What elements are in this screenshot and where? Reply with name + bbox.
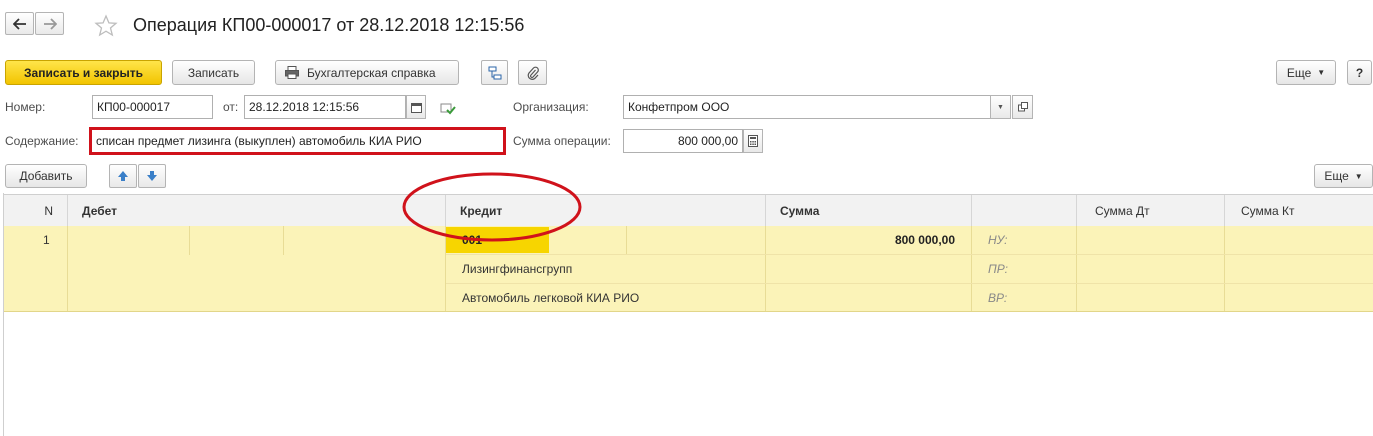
col-blank[interactable] bbox=[972, 195, 1077, 226]
help-button[interactable]: ? bbox=[1347, 60, 1372, 85]
divider bbox=[1076, 226, 1077, 311]
open-window-icon bbox=[1017, 102, 1028, 112]
divider bbox=[283, 226, 284, 255]
calendar-button[interactable] bbox=[406, 95, 426, 119]
table-more-label: Еще bbox=[1324, 169, 1349, 183]
credit-subconto-2[interactable]: Автомобиль легковой КИА РИО bbox=[462, 291, 639, 305]
divider bbox=[67, 226, 68, 311]
move-down-button[interactable] bbox=[138, 164, 166, 188]
arrow-up-icon bbox=[118, 171, 128, 181]
hierarchy-icon bbox=[488, 66, 501, 79]
calculator-button[interactable] bbox=[743, 129, 763, 153]
organization-field[interactable]: Конфетпром ООО bbox=[623, 95, 991, 119]
table-more-button[interactable]: Еще ▼ bbox=[1314, 164, 1373, 188]
number-field[interactable]: КП00-000017 bbox=[92, 95, 213, 119]
col-debit[interactable]: Дебет bbox=[68, 195, 446, 226]
arrow-right-icon bbox=[43, 17, 57, 30]
row-sum[interactable]: 800 000,00 bbox=[765, 233, 955, 247]
number-label: Номер: bbox=[5, 100, 46, 114]
content-field[interactable]: списан предмет лизинга (выкуплен) автомо… bbox=[89, 127, 506, 155]
calendar-icon bbox=[410, 102, 422, 113]
row-number: 1 bbox=[43, 233, 50, 247]
divider bbox=[626, 226, 627, 255]
arrow-left-icon bbox=[12, 17, 26, 30]
attach-button[interactable] bbox=[518, 60, 547, 85]
date-field[interactable]: 28.12.2018 12:15:56 bbox=[244, 95, 406, 119]
add-row-button[interactable]: Добавить bbox=[5, 164, 87, 188]
date-label: от: bbox=[223, 100, 239, 114]
col-sum-kt[interactable]: Сумма Кт bbox=[1225, 195, 1373, 226]
sum-label: Сумма операции: bbox=[513, 134, 611, 148]
divider bbox=[189, 226, 190, 255]
nu-label: НУ: bbox=[988, 233, 1008, 247]
window-title: Операция КП00-000017 от 28.12.2018 12:15… bbox=[133, 15, 525, 35]
table-row[interactable]: 1 001 Лизингфинансгрупп Автомобиль легко… bbox=[4, 226, 1373, 312]
pr-label: ПР: bbox=[988, 262, 1008, 276]
calculator-icon bbox=[748, 135, 758, 147]
organization-open-button[interactable] bbox=[1012, 95, 1033, 119]
col-sum[interactable]: Сумма bbox=[766, 195, 972, 226]
favorite-star-icon[interactable] bbox=[94, 14, 118, 38]
print-report-label: Бухгалтерская справка bbox=[307, 65, 436, 80]
move-up-button[interactable] bbox=[109, 164, 137, 188]
structure-button[interactable] bbox=[481, 60, 508, 85]
col-n[interactable]: N bbox=[4, 195, 68, 226]
credit-subconto-1[interactable]: Лизингфинансгрупп bbox=[462, 262, 572, 276]
organization-dropdown-button[interactable]: ▼ bbox=[990, 95, 1011, 119]
post-document-icon[interactable] bbox=[440, 100, 456, 116]
divider bbox=[971, 226, 972, 311]
dropdown-arrow-icon: ▼ bbox=[1317, 68, 1326, 77]
vr-label: ВР: bbox=[988, 291, 1008, 305]
chevron-down-icon: ▼ bbox=[997, 103, 1004, 111]
dropdown-arrow-icon: ▼ bbox=[1354, 171, 1363, 181]
col-sum-dt[interactable]: Сумма Дт bbox=[1077, 195, 1225, 226]
table-header: N Дебет Кредит Сумма Сумма Дт Сумма Кт bbox=[4, 194, 1373, 227]
divider bbox=[446, 254, 1373, 255]
arrow-down-icon bbox=[147, 171, 157, 181]
divider bbox=[1224, 226, 1225, 311]
annotation-ellipse bbox=[402, 172, 582, 242]
forward-button[interactable] bbox=[35, 12, 64, 35]
sum-field[interactable]: 800 000,00 bbox=[623, 129, 743, 153]
organization-label: Организация: bbox=[513, 100, 589, 114]
save-button[interactable]: Записать bbox=[172, 60, 255, 85]
save-and-close-button[interactable]: Записать и закрыть bbox=[5, 60, 162, 85]
back-button[interactable] bbox=[5, 12, 34, 35]
more-button[interactable]: Еще ▼ bbox=[1276, 60, 1336, 85]
more-label: Еще bbox=[1286, 65, 1312, 80]
printer-icon bbox=[285, 66, 299, 79]
paperclip-icon bbox=[527, 66, 539, 80]
divider bbox=[446, 283, 1373, 284]
print-report-button[interactable]: Бухгалтерская справка bbox=[275, 60, 459, 85]
content-label: Содержание: bbox=[5, 134, 79, 148]
